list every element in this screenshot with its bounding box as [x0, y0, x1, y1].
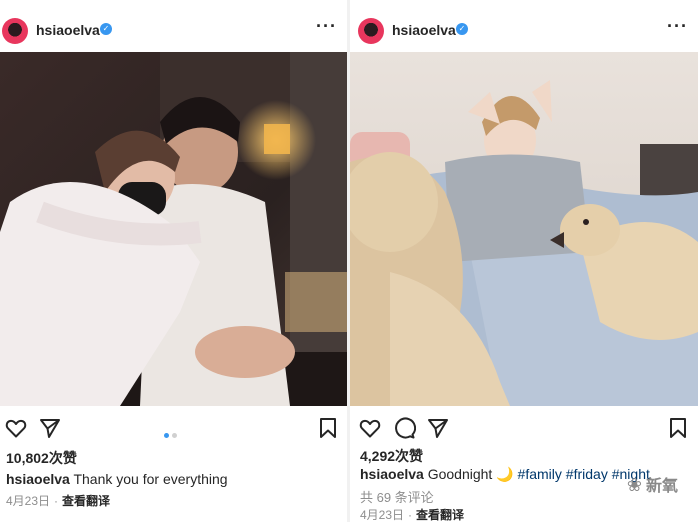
share-icon[interactable]	[426, 416, 450, 440]
heart-icon[interactable]	[4, 416, 28, 440]
watermark-text: 新氧	[645, 478, 678, 495]
post-meta: 4月23日 · 查看翻译	[6, 494, 111, 508]
caption-username[interactable]: hsiaoelva	[6, 471, 70, 487]
username[interactable]: hsiaoelva	[36, 22, 100, 38]
carousel-indicator	[164, 425, 180, 443]
post-photo[interactable]	[0, 52, 347, 406]
save-icon[interactable]	[316, 416, 340, 440]
verified-icon: ✓	[100, 23, 112, 35]
action-bar	[350, 416, 698, 442]
post-left: hsiaoelva ✓ ··· 10,802次赞 hsiaoelva Thank…	[0, 0, 347, 522]
action-bar	[0, 416, 347, 442]
post-photo[interactable]	[350, 52, 698, 406]
hashtag[interactable]: #friday	[566, 466, 608, 482]
watermark: ❀ 新氧	[627, 472, 678, 496]
translate-link[interactable]: 查看翻译	[62, 494, 110, 508]
watermark-logo-icon: ❀	[626, 475, 642, 495]
view-comments-link[interactable]: 共 69 条评论	[360, 487, 434, 506]
post-date: 4月23日	[6, 494, 51, 508]
more-icon[interactable]: ···	[667, 16, 688, 37]
share-icon[interactable]	[38, 416, 62, 440]
post-date: 4月23日	[360, 508, 405, 522]
caption: hsiaoelva Goodnight 🌙 #family #friday #n…	[360, 466, 650, 483]
post-right: hsiaoelva ✓ ··· 4,292次赞 hsiaoelva Goodni…	[350, 0, 698, 522]
caption-text: Thank you for everything	[73, 471, 228, 487]
carousel-dot-active	[164, 433, 169, 438]
carousel-dot	[172, 433, 177, 438]
caption: hsiaoelva Thank you for everything	[6, 471, 228, 487]
post-header: hsiaoelva ✓ ···	[0, 12, 347, 48]
like-count[interactable]: 10,802次赞	[6, 448, 77, 468]
save-icon[interactable]	[666, 416, 690, 440]
translate-link[interactable]: 查看翻译	[416, 508, 464, 522]
more-icon[interactable]: ···	[316, 16, 337, 37]
heart-icon[interactable]	[358, 416, 382, 440]
like-count[interactable]: 4,292次赞	[360, 446, 423, 466]
comment-icon[interactable]	[392, 416, 416, 440]
post-meta: 4月23日 · 查看翻译	[360, 508, 465, 522]
caption-text: Goodnight 🌙	[427, 466, 514, 482]
hashtag[interactable]: #family	[518, 466, 562, 482]
avatar[interactable]	[358, 18, 384, 44]
username[interactable]: hsiaoelva	[392, 22, 456, 38]
avatar[interactable]	[2, 18, 28, 44]
verified-icon: ✓	[456, 23, 468, 35]
caption-username[interactable]: hsiaoelva	[360, 466, 424, 482]
post-header: hsiaoelva ✓ ···	[350, 12, 698, 48]
